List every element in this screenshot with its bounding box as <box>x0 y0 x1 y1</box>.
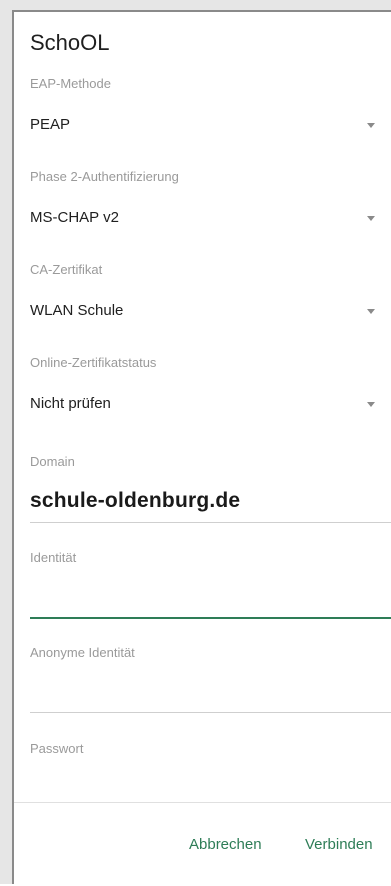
connect-button[interactable]: Verbinden <box>305 836 373 853</box>
ca-cert-value: WLAN Schule <box>30 302 124 319</box>
password-input[interactable] <box>30 772 391 802</box>
anonymous-identity-input[interactable] <box>30 680 391 710</box>
ca-cert-select[interactable]: WLAN Schule <box>30 298 375 326</box>
identity-input[interactable] <box>30 585 391 615</box>
dropdown-arrow-icon <box>367 402 375 407</box>
online-status-value: Nicht prüfen <box>30 395 111 412</box>
anonymous-identity-underline <box>30 712 391 713</box>
eap-method-label: EAP-Methode <box>30 76 111 91</box>
dropdown-arrow-icon <box>367 309 375 314</box>
domain-input[interactable]: schule-oldenburg.de <box>30 489 240 513</box>
identity-underline-active <box>30 617 391 619</box>
wifi-config-dialog: SchoOL EAP-Methode PEAP Phase 2-Authenti… <box>12 10 391 886</box>
domain-label: Domain <box>30 454 75 469</box>
dialog-title: SchoOL <box>30 30 110 55</box>
phase2-select[interactable]: MS-CHAP v2 <box>30 205 375 233</box>
screen-frame: SchoOL EAP-Methode PEAP Phase 2-Authenti… <box>0 0 391 886</box>
action-bar-divider <box>14 802 391 803</box>
eap-method-select[interactable]: PEAP <box>30 112 375 140</box>
anonymous-identity-label: Anonyme Identität <box>30 645 135 660</box>
cancel-button[interactable]: Abbrechen <box>189 836 262 853</box>
phase2-value: MS-CHAP v2 <box>30 209 119 226</box>
ca-cert-label: CA-Zertifikat <box>30 262 103 277</box>
dropdown-arrow-icon <box>367 123 375 128</box>
eap-method-value: PEAP <box>30 116 71 133</box>
online-status-select[interactable]: Nicht prüfen <box>30 391 375 419</box>
online-status-label: Online-Zertifikatstatus <box>30 355 157 370</box>
password-label: Passwort <box>30 741 84 756</box>
identity-label: Identität <box>30 550 77 565</box>
phase2-label: Phase 2-Authentifizierung <box>30 169 179 184</box>
dropdown-arrow-icon <box>367 216 375 221</box>
dialog-action-bar: Abbrechen Verbinden <box>14 802 391 886</box>
domain-underline <box>30 522 391 523</box>
